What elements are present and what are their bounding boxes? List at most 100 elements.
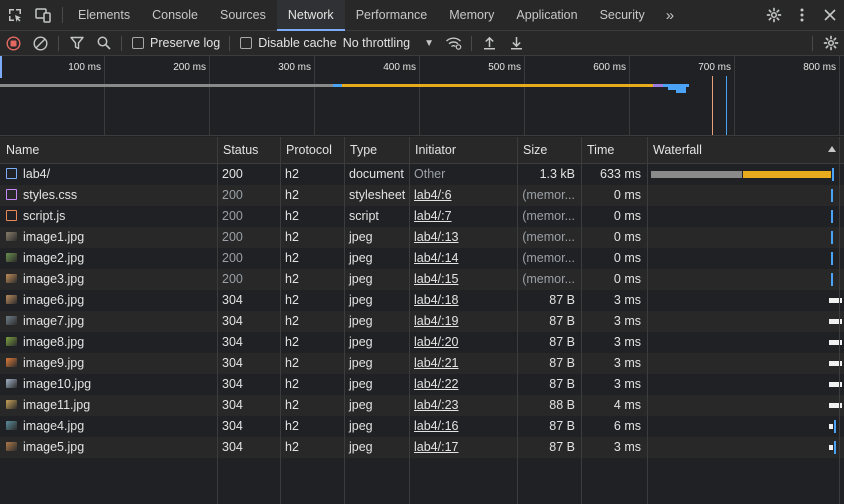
cell-time: 3 ms <box>613 356 641 370</box>
table-row[interactable]: image8.jpg 304 h2 jpeg lab4/:20 87 B 3 ms <box>0 332 844 353</box>
cell-status: 304 <box>222 398 243 412</box>
cell-protocol: h2 <box>285 314 299 328</box>
overview-gridline <box>209 56 210 135</box>
cell-initiator[interactable]: lab4/:19 <box>409 311 517 332</box>
overview-tick-label: 600 ms <box>593 62 626 73</box>
disable-cache-checkbox[interactable] <box>240 37 253 49</box>
table-row[interactable]: image5.jpg 304 h2 jpeg lab4/:17 87 B 3 ms <box>0 437 844 458</box>
network-overview-timeline[interactable]: 100 ms 200 ms 300 ms 400 ms 500 ms 600 m… <box>0 56 844 136</box>
cell-protocol: h2 <box>285 209 299 223</box>
table-row[interactable]: image1.jpg 200 h2 jpeg lab4/:13 (memor... 0 ms <box>0 227 844 248</box>
throttling-select[interactable]: No throttling ▼ <box>337 36 440 50</box>
import-har-icon[interactable] <box>476 31 503 56</box>
cell-protocol: h2 <box>285 293 299 307</box>
cell-initiator[interactable]: lab4/:14 <box>409 248 517 269</box>
close-icon[interactable] <box>816 9 844 21</box>
table-row[interactable]: image2.jpg 200 h2 jpeg lab4/:14 (memor... 0 ms <box>0 248 844 269</box>
column-header-type[interactable]: Type <box>344 137 409 164</box>
cell-type: jpeg <box>349 272 373 286</box>
export-har-icon[interactable] <box>503 31 530 56</box>
inspect-element-icon[interactable] <box>0 0 29 30</box>
table-row[interactable]: image11.jpg 304 h2 jpeg lab4/:23 88 B 4 ms <box>0 395 844 416</box>
cell-name: script.js <box>0 206 217 227</box>
cell-protocol: h2 <box>285 251 299 265</box>
cell-name: lab4/ <box>0 164 217 185</box>
cell-initiator[interactable]: lab4/:23 <box>409 395 517 416</box>
tab-console[interactable]: Console <box>141 0 209 30</box>
cell-name: image1.jpg <box>0 227 217 248</box>
settings-gear-icon[interactable] <box>760 7 788 23</box>
column-header-name[interactable]: Name <box>0 137 217 164</box>
cell-status: 304 <box>222 293 243 307</box>
preserve-log-checkbox[interactable] <box>132 37 144 49</box>
cell-size: (memor... <box>522 209 575 223</box>
tab-memory[interactable]: Memory <box>438 0 505 30</box>
cell-type: jpeg <box>349 440 373 454</box>
table-row[interactable]: styles.css 200 h2 stylesheet lab4/:6 (memor..… <box>0 185 844 206</box>
cell-protocol: h2 <box>285 440 299 454</box>
search-icon[interactable] <box>90 31 117 56</box>
table-row[interactable]: image9.jpg 304 h2 jpeg lab4/:21 87 B 3 ms <box>0 353 844 374</box>
table-row[interactable]: image3.jpg 200 h2 jpeg lab4/:15 (memor... 0 ms <box>0 269 844 290</box>
cell-protocol: h2 <box>285 272 299 286</box>
cell-name: image11.jpg <box>0 395 217 416</box>
tab-security[interactable]: Security <box>589 0 656 30</box>
cell-initiator[interactable]: lab4/:18 <box>409 290 517 311</box>
cell-initiator[interactable]: lab4/:16 <box>409 416 517 437</box>
cell-initiator[interactable]: lab4/:22 <box>409 374 517 395</box>
preserve-log-label[interactable]: Preserve log <box>150 36 220 50</box>
overview-range-handle-left[interactable] <box>0 56 2 78</box>
cell-time: 3 ms <box>613 440 641 454</box>
sort-ascending-icon[interactable] <box>828 146 836 152</box>
more-tabs-icon[interactable]: » <box>656 0 684 30</box>
more-options-icon[interactable] <box>788 8 816 22</box>
column-header-size[interactable]: Size <box>517 137 581 164</box>
table-row[interactable]: image6.jpg 304 h2 jpeg lab4/:18 87 B 3 ms <box>0 290 844 311</box>
cell-size: 87 B <box>549 440 575 454</box>
column-header-time[interactable]: Time <box>581 137 647 164</box>
cell-initiator[interactable]: lab4/:17 <box>409 437 517 458</box>
column-header-protocol[interactable]: Protocol <box>280 137 344 164</box>
device-toolbar-icon[interactable] <box>29 0 58 30</box>
cell-initiator[interactable]: lab4/:21 <box>409 353 517 374</box>
cell-initiator[interactable]: lab4/:6 <box>409 185 517 206</box>
table-row[interactable]: image4.jpg 304 h2 jpeg lab4/:16 87 B 6 ms <box>0 416 844 437</box>
network-settings-gear-icon[interactable] <box>817 31 844 56</box>
table-row[interactable]: image10.jpg 304 h2 jpeg lab4/:22 87 B 3 ms <box>0 374 844 395</box>
image-thumbnail-icon <box>6 316 17 325</box>
request-name: image4.jpg <box>23 419 85 433</box>
cell-name: image7.jpg <box>0 311 217 332</box>
record-stop-icon[interactable] <box>0 31 27 56</box>
request-name: image3.jpg <box>23 272 85 286</box>
cell-initiator[interactable]: lab4/:7 <box>409 206 517 227</box>
cell-size: 87 B <box>549 293 575 307</box>
tab-network[interactable]: Network <box>276 0 345 31</box>
waterfall-bar <box>743 171 831 178</box>
dropdown-caret-icon: ▼ <box>424 37 435 49</box>
overview-gridline <box>104 56 105 135</box>
column-header-status[interactable]: Status <box>217 137 280 164</box>
cell-initiator[interactable]: lab4/:13 <box>409 227 517 248</box>
cell-initiator[interactable]: lab4/:15 <box>409 269 517 290</box>
tab-elements[interactable]: Elements <box>67 0 141 30</box>
tab-sources[interactable]: Sources <box>209 0 277 30</box>
column-header-initiator[interactable]: Initiator <box>409 137 517 164</box>
overview-gridline <box>419 56 420 135</box>
cell-status: 304 <box>222 377 243 391</box>
network-conditions-icon[interactable] <box>440 31 467 56</box>
network-toolbar: Preserve log Disable cache No throttling… <box>0 31 844 56</box>
tab-performance[interactable]: Performance <box>345 0 439 30</box>
overview-gridline <box>524 56 525 135</box>
cell-initiator[interactable]: lab4/:20 <box>409 332 517 353</box>
table-row[interactable]: lab4/200 h2 document Other 1.3 kB 633 ms <box>0 164 844 185</box>
overview-gridline <box>839 56 840 135</box>
clear-icon[interactable] <box>27 31 54 56</box>
cell-size: 87 B <box>549 314 575 328</box>
column-header-waterfall[interactable]: Waterfall <box>647 137 844 164</box>
tab-application[interactable]: Application <box>505 0 588 30</box>
table-row[interactable]: image7.jpg 304 h2 jpeg lab4/:19 87 B 3 ms <box>0 311 844 332</box>
disable-cache-label[interactable]: Disable cache <box>258 36 337 50</box>
table-row[interactable]: script.js 200 h2 script lab4/:7 (memor... 0 ms <box>0 206 844 227</box>
filter-icon[interactable] <box>63 31 90 56</box>
waterfall-bar <box>831 210 833 223</box>
